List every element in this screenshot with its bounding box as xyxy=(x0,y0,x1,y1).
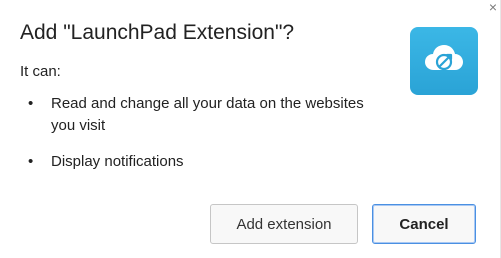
permission-label: Read and change all your data on the web… xyxy=(51,95,364,134)
cancel-button[interactable]: Cancel xyxy=(372,204,476,244)
add-extension-button[interactable]: Add extension xyxy=(210,204,358,244)
permission-item: • Display notifications xyxy=(28,151,388,173)
bullet-icon: • xyxy=(28,95,34,112)
bullet-icon: • xyxy=(28,153,34,170)
dialog-title: Add "LaunchPad Extension"? xyxy=(20,21,295,44)
button-row: Add extension Cancel xyxy=(210,204,476,244)
permission-item: • Read and change all your data on the w… xyxy=(28,93,388,137)
extension-install-dialog: × Add "LaunchPad Extension"? It can: • R… xyxy=(0,0,501,258)
permissions-list: • Read and change all your data on the w… xyxy=(28,93,388,187)
cloud-icon xyxy=(425,45,463,71)
cloud-app-icon xyxy=(410,27,478,95)
dialog-subtitle: It can: xyxy=(20,63,61,80)
close-icon[interactable]: × xyxy=(486,0,500,14)
permission-label: Display notifications xyxy=(51,153,184,170)
